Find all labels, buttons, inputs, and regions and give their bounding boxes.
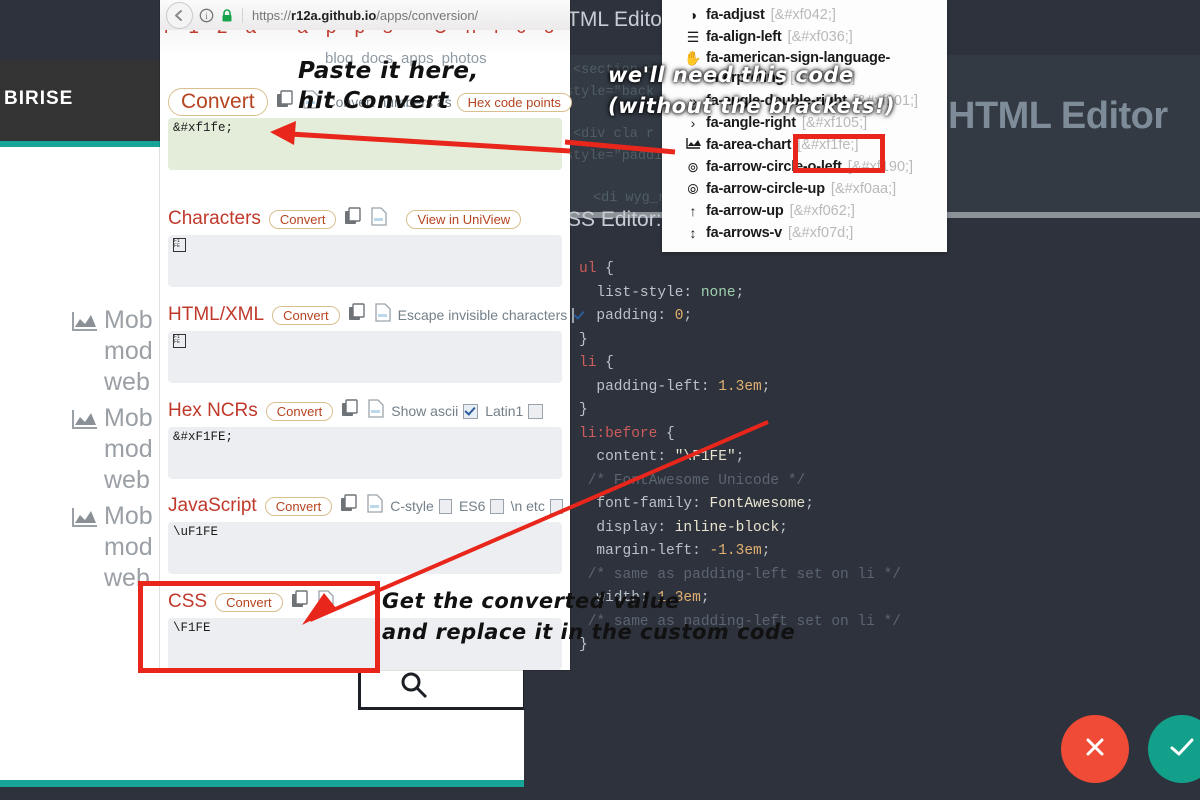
file-icon[interactable] xyxy=(374,303,391,327)
code-token: } xyxy=(579,402,588,418)
icon-name: fa-arrow-up xyxy=(706,203,784,219)
code-token: ; xyxy=(683,308,692,324)
convert-button[interactable]: Convert xyxy=(272,306,340,325)
code-token: ul xyxy=(579,261,596,277)
code-token: none xyxy=(701,285,736,301)
convert-button[interactable]: Convert xyxy=(168,88,268,116)
address-bar[interactable]: https://r12a.github.io/apps/conversion/ xyxy=(242,8,478,23)
view-in-uniview-button[interactable]: View in UniView xyxy=(406,210,521,229)
arrow-circle-up-icon: ⦾ xyxy=(684,181,702,198)
site-header-cut-text: r12a apps Unicode code converter xyxy=(164,30,570,39)
close-icon xyxy=(1082,734,1108,765)
section-title: Hex NCRs xyxy=(168,400,258,422)
highlight-box-icon-code xyxy=(793,134,885,173)
convert-button[interactable]: Convert xyxy=(266,402,334,421)
code-token: ; xyxy=(762,379,771,395)
icon-code: [&#xf042;] xyxy=(771,7,836,23)
list-item[interactable]: ◑ fa-adjust [&#xf042;] xyxy=(662,4,947,26)
code-token: : xyxy=(683,285,700,301)
escape-invisible-label: Escape invisible characters xyxy=(398,307,568,323)
copy-icon[interactable] xyxy=(344,207,363,231)
mobirise-logo: BIRISE xyxy=(0,88,184,110)
html-xml-section: HTML/XML Convert Escape invisible charac… xyxy=(160,301,570,383)
adjust-icon: ◑ xyxy=(684,7,702,23)
arrow-up-icon: ↑ xyxy=(684,203,702,219)
fontawesome-icon-dropdown[interactable]: ◑ fa-adjust [&#xf042;] ☰ fa-align-left [… xyxy=(662,0,947,252)
cancel-button[interactable] xyxy=(1061,715,1129,783)
characters-textarea[interactable]: F1FE xyxy=(168,235,562,287)
annotation-need-code: we'll need this code (without the bracke… xyxy=(608,60,895,122)
arrow-to-css-content xyxy=(280,420,770,630)
section-title: JavaScript xyxy=(168,495,257,517)
screenshot-root: BIRISE Mobmodweb Mobmodweb xyxy=(0,0,1200,800)
list-item[interactable]: ⦾ fa-arrow-circle-up [&#xf0aa;] xyxy=(662,178,947,200)
list-item[interactable]: ↑ fa-arrow-up [&#xf062;] xyxy=(662,200,947,222)
css-editor-label: SS Editor: xyxy=(567,208,662,232)
code-token: } xyxy=(579,332,588,348)
latin1-checkbox[interactable] xyxy=(528,404,543,419)
annotation-paste-here: Paste it here, hit Convert xyxy=(298,56,479,116)
info-icon[interactable]: i xyxy=(199,8,214,23)
code-token: ; xyxy=(736,285,745,301)
html-editor-label: TML Editor: xyxy=(567,8,675,32)
copy-icon[interactable] xyxy=(348,303,367,327)
code-token: li xyxy=(579,355,596,371)
icon-code: [&#xf062;] xyxy=(790,203,855,219)
list-item[interactable]: ↕ fa-arrows-v [&#xf07d;] xyxy=(662,222,947,244)
latin1-label: Latin1 xyxy=(485,403,523,419)
section-title: HTML/XML xyxy=(168,304,264,326)
convert-button[interactable]: Convert xyxy=(269,210,337,229)
missing-glyph-box: F1FE xyxy=(173,238,186,252)
code-token: ; xyxy=(805,496,814,512)
code-token: { xyxy=(596,355,613,371)
icon-name: fa-arrows-v xyxy=(706,225,782,241)
lock-icon xyxy=(220,8,234,23)
show-ascii-label: Show ascii xyxy=(391,403,458,419)
icon-name: fa-area-chart xyxy=(706,137,791,153)
icon-code: [&#xf036;] xyxy=(788,29,853,45)
arrows-v-icon: ↕ xyxy=(684,225,702,241)
ghost-html-editor-title: HTML Editor xyxy=(948,95,1168,138)
list-item[interactable]: ☰ fa-align-left [&#xf036;] xyxy=(662,26,947,48)
code-token: : xyxy=(701,379,718,395)
icon-code: [&#xf07d;] xyxy=(788,225,853,241)
copy-icon[interactable] xyxy=(276,90,295,114)
url-host: r12a.github.io xyxy=(291,8,376,23)
arrow-to-dropdown-code xyxy=(565,130,675,170)
teal-divider-bottom xyxy=(0,780,524,787)
check-icon xyxy=(1167,734,1197,765)
area-chart-icon xyxy=(72,507,98,529)
code-token: 1.3em xyxy=(718,379,762,395)
align-left-icon: ☰ xyxy=(684,29,702,46)
search-icon xyxy=(399,671,429,704)
code-token: padding-left xyxy=(579,379,701,395)
icon-name: fa-adjust xyxy=(706,7,765,23)
icon-name: fa-arrow-circle-up xyxy=(706,181,825,197)
html-xml-textarea[interactable]: F1FE xyxy=(168,331,562,383)
site-header-clipped: r12a apps Unicode code converter xyxy=(160,30,570,52)
characters-section: Characters Convert View in UniView F1FE xyxy=(160,205,570,287)
area-chart-icon xyxy=(72,311,98,333)
missing-glyph-box: F1FE xyxy=(173,334,186,348)
code-token: { xyxy=(596,261,613,277)
escape-invisible-checkbox[interactable] xyxy=(572,308,574,323)
icon-code: [&#xf0aa;] xyxy=(831,181,896,197)
icon-name: fa-align-left xyxy=(706,29,782,45)
url-prefix: https:// xyxy=(252,8,291,23)
arrow-to-input xyxy=(270,118,570,163)
code-token: list-style xyxy=(579,285,683,301)
arrow-circle-o-left-icon: ⊚ xyxy=(684,159,702,176)
section-title: Characters xyxy=(168,208,261,230)
area-chart-icon xyxy=(72,409,98,431)
code-token: ; xyxy=(779,520,788,536)
file-icon[interactable] xyxy=(370,207,387,231)
back-button[interactable] xyxy=(166,2,193,29)
code-token: padding xyxy=(579,308,657,324)
browser-toolbar: i https://r12a.github.io/apps/conversion… xyxy=(160,0,570,31)
area-chart-icon xyxy=(684,137,702,153)
svg-text:i: i xyxy=(205,11,208,21)
show-ascii-checkbox[interactable] xyxy=(463,404,478,419)
code-token: : xyxy=(657,308,674,324)
url-path: /apps/conversion/ xyxy=(376,8,478,23)
